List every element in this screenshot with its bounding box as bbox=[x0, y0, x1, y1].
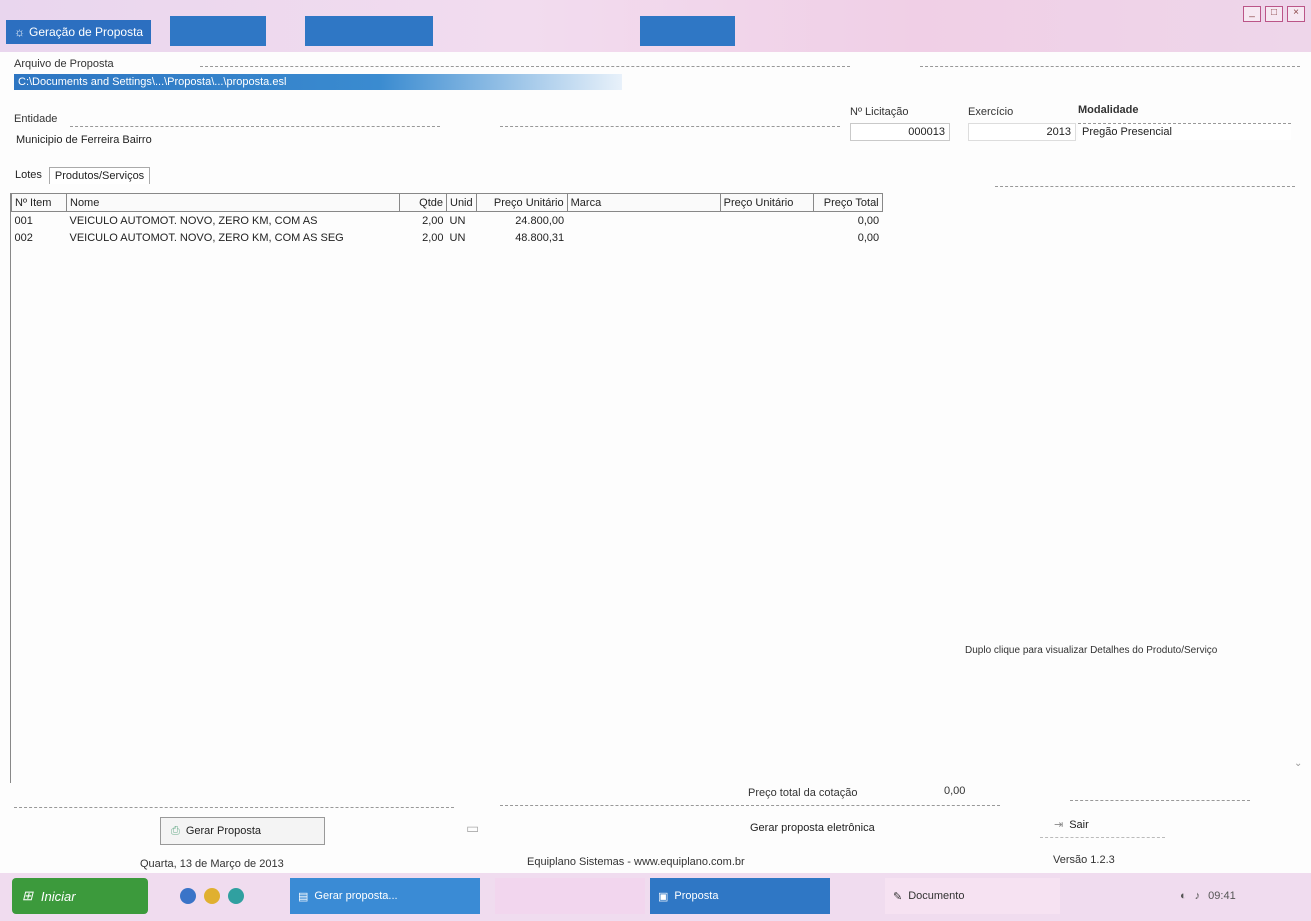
media-icon[interactable] bbox=[204, 888, 220, 904]
cell-total: 0,00 bbox=[857, 231, 880, 244]
hint-text: Duplo clique para visualizar Detalhes do… bbox=[965, 645, 1218, 656]
items-table: Nº Item Nome Qtde Unid Preço Unitário Ma… bbox=[11, 193, 883, 246]
close-button[interactable]: × bbox=[1287, 6, 1305, 22]
divider bbox=[14, 807, 454, 808]
cell-marca[interactable] bbox=[567, 212, 720, 230]
window-title: ☼ Geração de Proposta bbox=[6, 20, 152, 44]
divider bbox=[500, 805, 1000, 806]
col-header-preco-ref[interactable]: Preço Unitário bbox=[475, 193, 568, 212]
exit-icon: ⇥ bbox=[1054, 819, 1064, 831]
total-label: Preço total da cotação bbox=[748, 787, 858, 799]
title-bar-segment bbox=[170, 16, 266, 46]
divider bbox=[70, 126, 440, 127]
minimize-button[interactable]: _ bbox=[1243, 6, 1261, 22]
entity-label: Entidade bbox=[14, 113, 58, 125]
cell-total: 0,00 bbox=[857, 214, 880, 227]
cell-nome: VEICULO AUTOMOT. NOVO, ZERO KM, COM AS bbox=[69, 214, 318, 227]
col-header-unid[interactable]: Unid bbox=[446, 193, 477, 212]
file-label: Arquivo de Proposta bbox=[14, 58, 114, 70]
task-button[interactable] bbox=[495, 878, 645, 914]
cell-preco-unit[interactable] bbox=[720, 229, 813, 246]
cell-qtde: 2,00 bbox=[422, 214, 444, 227]
exercicio-field[interactable]: 2013 bbox=[968, 123, 1076, 141]
licitacao-label: Nº Licitação bbox=[850, 106, 909, 118]
licitacao-field[interactable]: 000013 bbox=[850, 123, 950, 141]
network-icon[interactable]: ◐ bbox=[1180, 890, 1187, 902]
status-version: Versão 1.2.3 bbox=[1053, 854, 1115, 866]
windows-logo-icon: ⊞ bbox=[22, 888, 33, 903]
tab-lotes[interactable]: Lotes bbox=[10, 167, 47, 184]
start-button[interactable]: ⊞ Iniciar bbox=[12, 878, 148, 914]
cell-preco-ref: 24.800,00 bbox=[515, 214, 565, 227]
divider bbox=[500, 126, 840, 127]
col-header-preco-unit[interactable]: Preço Unitário bbox=[719, 193, 814, 212]
cell-preco-ref: 48.800,31 bbox=[515, 231, 565, 244]
title-bar-segment bbox=[640, 16, 735, 46]
exercicio-label: Exercício bbox=[968, 106, 1014, 118]
cell-nome: VEICULO AUTOMOT. NOVO, ZERO KM, COM AS S… bbox=[69, 231, 344, 244]
cell-unid: UN bbox=[449, 231, 466, 244]
app-icon: ☼ bbox=[14, 25, 25, 39]
generate-proposal-button[interactable]: ⎙ Gerar Proposta bbox=[160, 817, 325, 845]
browser-icon[interactable] bbox=[180, 888, 196, 904]
modalidade-label: Modalidade bbox=[1078, 104, 1139, 116]
task-button[interactable]: ✎ Documento bbox=[885, 878, 1060, 914]
cell-item: 001 bbox=[14, 214, 33, 227]
document-icon: ✎ bbox=[893, 890, 903, 903]
divider bbox=[200, 66, 850, 67]
divider bbox=[1070, 800, 1250, 801]
exit-button[interactable]: ⇥ Sair bbox=[1040, 812, 1165, 838]
status-company: Equiplano Sistemas - www.equiplano.com.b… bbox=[527, 856, 745, 868]
folder-icon: ▤ bbox=[298, 890, 309, 903]
document-icon: ▭ bbox=[466, 820, 480, 836]
window-icon: ▣ bbox=[658, 890, 669, 903]
cell-unid: UN bbox=[449, 214, 466, 227]
divider bbox=[995, 186, 1295, 187]
cell-preco-unit[interactable] bbox=[720, 212, 813, 230]
system-tray: ◐ ♪ 09:41 bbox=[1180, 880, 1300, 912]
cell-marca[interactable] bbox=[567, 229, 720, 246]
status-date: Quarta, 13 de Março de 2013 bbox=[140, 858, 284, 870]
col-header-qtde[interactable]: Qtde bbox=[399, 193, 447, 212]
entity-field[interactable]: Municipio de Ferreira Bairro bbox=[12, 132, 848, 148]
title-bar bbox=[0, 0, 1311, 52]
items-grid[interactable]: Nº Item Nome Qtde Unid Preço Unitário Ma… bbox=[10, 193, 1311, 783]
window-controls: _ □ × bbox=[1243, 6, 1305, 22]
table-row[interactable]: 002 VEICULO AUTOMOT. NOVO, ZERO KM, COM … bbox=[12, 229, 883, 246]
modalidade-field[interactable]: Pregão Presencial bbox=[1078, 123, 1291, 140]
col-header-marca[interactable]: Marca bbox=[566, 193, 721, 212]
center-text: Gerar proposta eletrônica bbox=[750, 822, 875, 834]
table-row[interactable]: 001 VEICULO AUTOMOT. NOVO, ZERO KM, COM … bbox=[12, 212, 883, 230]
desktop-icon[interactable] bbox=[228, 888, 244, 904]
total-value: 0,00 bbox=[944, 785, 966, 797]
divider bbox=[920, 66, 1300, 67]
tab-strip: Lotes Produtos/Serviços bbox=[10, 167, 151, 184]
scroll-down-icon[interactable]: ⌄ bbox=[1294, 758, 1302, 769]
print-icon: ⎙ bbox=[171, 824, 180, 837]
col-header-total[interactable]: Preço Total bbox=[812, 193, 883, 212]
volume-icon[interactable]: ♪ bbox=[1195, 890, 1201, 902]
title-bar-segment bbox=[305, 16, 433, 46]
cell-qtde: 2,00 bbox=[422, 231, 444, 244]
clock[interactable]: 09:41 bbox=[1208, 890, 1236, 902]
task-button[interactable]: ▣ Proposta bbox=[650, 878, 830, 914]
table-header-row: Nº Item Nome Qtde Unid Preço Unitário Ma… bbox=[11, 193, 883, 212]
quick-launch bbox=[180, 888, 244, 904]
maximize-button[interactable]: □ bbox=[1265, 6, 1283, 22]
task-button[interactable]: ▤ Gerar proposta... bbox=[290, 878, 480, 914]
col-header-item[interactable]: Nº Item bbox=[11, 193, 67, 212]
col-header-nome[interactable]: Nome bbox=[66, 193, 400, 212]
tab-produtos-servicos[interactable]: Produtos/Serviços bbox=[48, 167, 151, 184]
file-path-field[interactable]: C:\Documents and Settings\...\Proposta\.… bbox=[14, 74, 622, 90]
cell-item: 002 bbox=[14, 231, 33, 244]
